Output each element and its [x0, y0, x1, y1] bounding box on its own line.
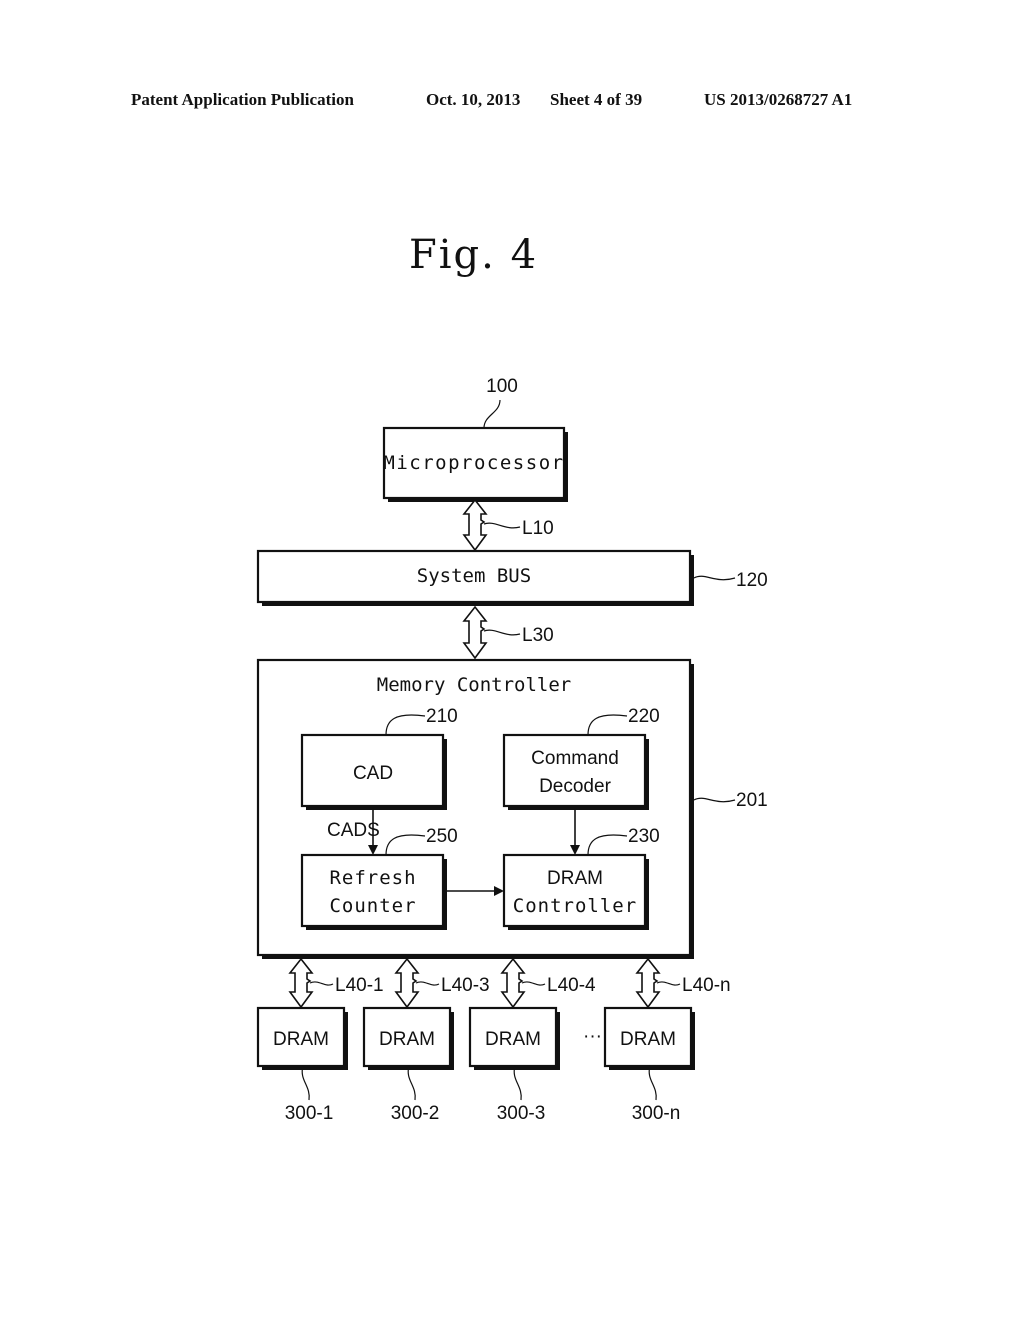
link-l40-label: L40-3 [441, 975, 490, 996]
link-l30-arrow [462, 605, 488, 660]
dram-label: DRAM [273, 1029, 329, 1050]
cads-signal-label: CADS [327, 820, 380, 841]
dram-ref-leader [513, 1065, 522, 1101]
link-l40-leader [415, 981, 440, 986]
link-l40-arrow [635, 957, 661, 1009]
dram-ref: 300-n [632, 1103, 681, 1124]
link-l10-label: L10 [522, 518, 554, 539]
link-l40-leader [656, 981, 681, 986]
refresh-counter-label-line1: Refresh [329, 867, 416, 889]
dram-ref-leader [648, 1065, 657, 1101]
link-l40-label: L40-n [682, 975, 731, 996]
dram-controller-block: DRAM Controller [502, 853, 649, 930]
ref-100: 100 [486, 376, 518, 397]
link-l40-label: L40-4 [547, 975, 596, 996]
microprocessor-label: Microprocessor [383, 452, 564, 474]
ref-250: 250 [426, 826, 458, 847]
dram-controller-label-line2: Controller [513, 895, 637, 917]
ref-220: 220 [628, 706, 660, 727]
block-diagram: Microprocessor 100 L10 System BUS 120 L3… [256, 376, 768, 1124]
ref-210: 210 [426, 706, 458, 727]
memory-controller-label: Memory Controller [377, 674, 571, 696]
dram-ref-leader [301, 1065, 310, 1101]
dram-label: DRAM [620, 1029, 676, 1050]
link-l40-arrow [394, 957, 420, 1009]
ellipsis: ··· [583, 1026, 602, 1047]
command-decoder-block: Command Decoder [502, 733, 649, 810]
link-l30-label: L30 [522, 625, 554, 646]
link-l10-leader [483, 522, 521, 529]
dram-unit: L40-n DRAM 300-n [603, 957, 731, 1124]
dram-controller-label-line1: DRAM [547, 868, 603, 889]
dram-ref: 300-1 [285, 1103, 334, 1124]
link-l30-leader [483, 629, 521, 636]
ref-leader-201 [693, 797, 736, 803]
system-bus-label: System BUS [417, 565, 531, 587]
dram-ref-leader [407, 1065, 416, 1101]
dram-ref: 300-3 [497, 1103, 546, 1124]
ref-leader-100 [483, 399, 501, 429]
dram-ref: 300-2 [391, 1103, 440, 1124]
link-l40-arrow [500, 957, 526, 1009]
link-l40-label: L40-1 [335, 975, 384, 996]
ref-230: 230 [628, 826, 660, 847]
ref-120: 120 [736, 570, 768, 591]
link-l40-leader [309, 981, 334, 986]
ref-leader-120 [693, 575, 736, 581]
refresh-counter-label-line2: Counter [329, 895, 416, 917]
system-bus-block: System BUS [256, 549, 694, 606]
dram-label: DRAM [379, 1029, 435, 1050]
ref-201: 201 [736, 790, 768, 811]
microprocessor-block: Microprocessor [382, 426, 568, 502]
refresh-counter-block: Refresh Counter [300, 853, 447, 930]
link-l40-arrow [288, 957, 314, 1009]
dram-row: L40-1 DRAM 300-1 L40-3 DRAM 300-2 L40-4 DRAM 300… [256, 957, 731, 1124]
link-l10-arrow [462, 498, 488, 552]
command-decoder-label-line2: Decoder [539, 776, 611, 797]
command-decoder-label-line1: Command [531, 748, 619, 769]
dram-label: DRAM [485, 1029, 541, 1050]
cad-label: CAD [353, 763, 393, 784]
cad-block: CAD [300, 733, 447, 810]
link-l40-leader [521, 981, 546, 986]
